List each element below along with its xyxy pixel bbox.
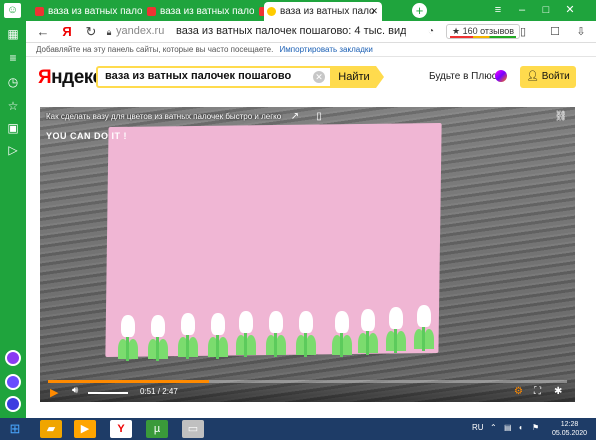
network-icon[interactable]: ▤: [504, 423, 512, 432]
below-video-strip: [26, 409, 596, 418]
start-icon[interactable]: ⊞: [4, 420, 26, 438]
volume-slider[interactable]: [88, 392, 128, 394]
find-button[interactable]: Найти: [332, 66, 384, 88]
collections-icon[interactable]: ▣: [5, 120, 21, 136]
lang-indicator[interactable]: RU: [472, 423, 484, 432]
share-icon[interactable]: ↗: [288, 110, 302, 124]
tray-arrow-icon[interactable]: ⌃: [490, 423, 497, 432]
search-query: ваза из ватных палочек пошагово: [105, 70, 292, 82]
browser-sidebar: ☺ ▦ ≡ ◷ ☆ ▣ ▷: [0, 0, 26, 418]
flag-icon[interactable]: ⚑: [532, 423, 539, 432]
link-icon[interactable]: ⛓: [554, 110, 568, 124]
channel-watermark: YOU CAN DO IT !: [46, 131, 127, 141]
profile-icon[interactable]: ☺: [4, 3, 21, 18]
tab-2[interactable]: ваза из ватных палочек: [144, 2, 254, 21]
video-title[interactable]: Как сделать вазу для цветов из ватных па…: [46, 112, 281, 121]
back-button[interactable]: ←: [34, 23, 52, 41]
search-input[interactable]: ваза из ватных палочек пошагово ✕: [96, 66, 332, 88]
tab-1[interactable]: ваза из ватных палочек: [32, 2, 142, 21]
browser-window: ☺ ▦ ≡ ◷ ☆ ▣ ▷ ваза из ватных палочек ваз…: [0, 0, 596, 440]
minimize-icon[interactable]: –: [512, 0, 532, 21]
main-content: Как сделать вазу для цветов из ватных па…: [26, 99, 596, 409]
bookmarks-bar: Добавляйте на эту панель сайты, которые …: [26, 43, 596, 57]
yandex-home-icon[interactable]: Я: [58, 23, 76, 41]
clock-time: 12:28: [560, 421, 579, 428]
time-display: 0:51 / 2:47: [140, 387, 178, 396]
progress-fill: [48, 380, 209, 383]
bookmark-icon[interactable]: ▯: [514, 23, 532, 41]
clock-date: 05.05.2020: [552, 430, 588, 437]
star-icon[interactable]: ☆: [5, 98, 21, 114]
login-button[interactable]: 👤︎ Войти: [520, 66, 576, 88]
cotton-flower: [178, 313, 198, 359]
speaker-icon[interactable]: ◖: [518, 423, 523, 432]
cotton-flower: [148, 315, 168, 361]
protect-icon[interactable]: ◔: [422, 23, 440, 41]
yandex-logo[interactable]: Яндекс: [38, 67, 103, 89]
progress-bar[interactable]: [48, 380, 567, 383]
cotton-flower: [386, 307, 406, 353]
explorer-icon[interactable]: ▰: [40, 420, 62, 438]
address-bar: ← Я ↻ 🔒︎ yandex.ru ваза из ватных палоче…: [26, 21, 596, 43]
tab-label: ваза из ватных пало: [280, 6, 375, 17]
plus-link[interactable]: Будьте в Плюсе: [429, 71, 502, 82]
tab-label: ваза из ватных палочек: [48, 6, 142, 17]
login-label: Войти: [541, 71, 570, 82]
refresh-icon[interactable]: ↻: [82, 23, 100, 41]
favicon-icon: [147, 7, 156, 16]
history-icon[interactable]: ◷: [5, 74, 21, 90]
yandex-header: Яндекс ваза из ватных палочек пошагово ✕…: [26, 57, 596, 99]
import-bookmarks-link[interactable]: Импортировать закладки: [280, 45, 373, 54]
chat-icon[interactable]: ☐: [546, 23, 564, 41]
close-tab-icon[interactable]: ✕: [370, 2, 378, 21]
reviews-label: ★ 160 отзывов: [452, 26, 515, 36]
close-window-icon[interactable]: ✕: [560, 0, 580, 21]
menu-icon[interactable]: ≡: [5, 50, 21, 66]
windows-taskbar: ⊞ ▰ ▶ Y µ ▭ RU ⌃ ▤ ◖ ⚑ 12:28 05.05.2020: [0, 418, 596, 440]
messenger-icon[interactable]: [5, 374, 21, 390]
bookmarks-hint: Добавляйте на эту панель сайты, которые …: [36, 45, 274, 54]
fullscreen-icon[interactable]: ⛶: [534, 386, 541, 397]
play-favicon-icon: [267, 7, 276, 16]
odnoklassniki-icon[interactable]: ✱: [554, 386, 562, 397]
cotton-flower: [296, 311, 316, 357]
cotton-flower: [414, 305, 434, 351]
grid-icon[interactable]: ▦: [5, 26, 21, 42]
cotton-flower: [208, 313, 228, 359]
cotton-flower: [332, 311, 352, 357]
torrent-icon[interactable]: µ: [146, 420, 168, 438]
menu-lines-icon[interactable]: ≡: [488, 0, 508, 21]
cotton-flower: [236, 311, 256, 357]
clear-search-icon[interactable]: ✕: [313, 71, 325, 83]
tab-strip: ваза из ватных палочек ваза из ватных па…: [26, 0, 596, 21]
disk-icon[interactable]: ▭: [182, 420, 204, 438]
video-controls: ▶ 🔊︎ 0:51 / 2:47 ⚙ ⛶ ✱: [40, 376, 575, 402]
alice-icon[interactable]: [5, 350, 21, 366]
settings-icon[interactable]: ⚙: [514, 386, 523, 397]
cotton-flower: [358, 309, 378, 355]
system-clock[interactable]: 12:28 05.05.2020: [552, 420, 587, 438]
rating-bar: [450, 36, 517, 38]
maximize-icon[interactable]: □: [536, 0, 556, 21]
favicon-icon: [35, 7, 44, 16]
media-icon[interactable]: ▶: [74, 420, 96, 438]
yandex-browser-icon[interactable]: Y: [110, 420, 132, 438]
plus-icon: [495, 70, 507, 82]
video-player[interactable]: Как сделать вазу для цветов из ватных па…: [40, 107, 575, 402]
play-button[interactable]: ▶: [50, 386, 58, 399]
play-icon[interactable]: ▷: [5, 142, 21, 158]
url-page-title[interactable]: ваза из ватных палочек пошагово: 4 тыс. …: [176, 25, 406, 37]
url-domain[interactable]: yandex.ru: [116, 25, 164, 37]
tab-label: ваза из ватных палочек: [160, 6, 254, 17]
cotton-flower: [266, 311, 286, 357]
user-icon: 👤︎: [526, 71, 542, 82]
alice-voice-icon[interactable]: [5, 396, 21, 412]
tab-active[interactable]: ваза из ватных пало ✕: [264, 2, 382, 21]
volume-icon[interactable]: 🔊︎: [72, 385, 78, 396]
reviews-badge[interactable]: ★ 160 отзывов: [446, 24, 521, 39]
new-tab-button[interactable]: +: [412, 3, 427, 18]
bookmark-video-icon[interactable]: ▯: [312, 110, 326, 124]
download-icon[interactable]: ⇩: [572, 23, 590, 41]
cotton-flower: [118, 315, 138, 361]
